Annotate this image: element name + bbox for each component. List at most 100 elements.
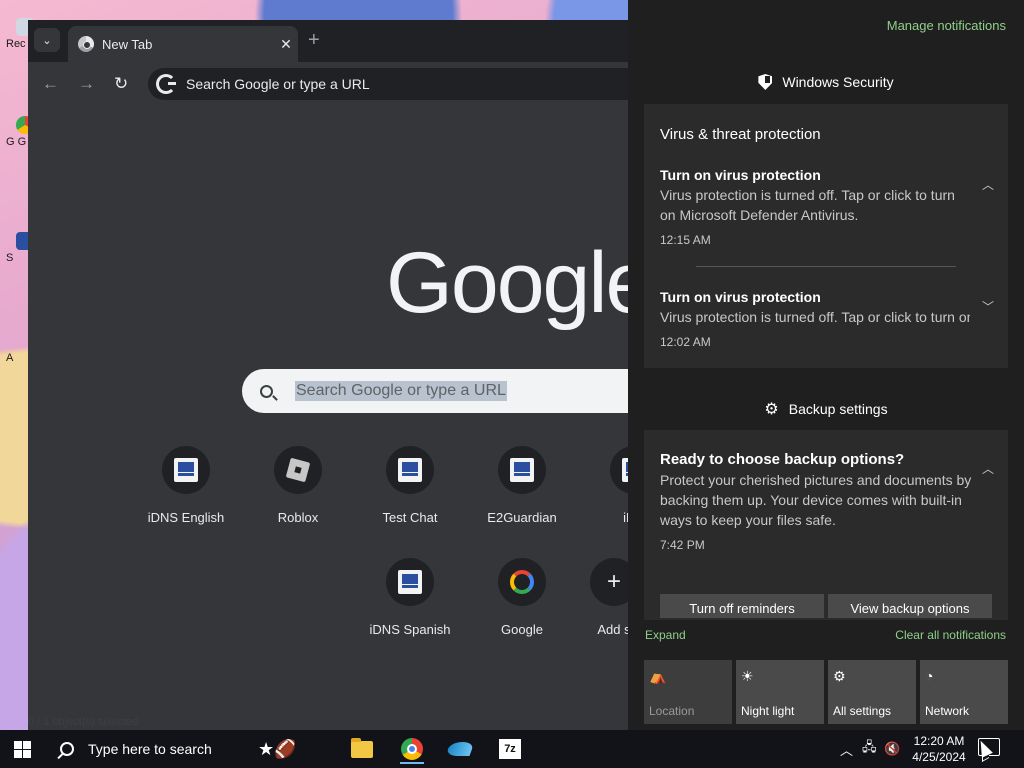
quick-action-label: All settings	[833, 704, 892, 718]
manage-notifications-link[interactable]: Manage notifications	[887, 18, 1006, 33]
desktop-icon-label: Rec	[6, 38, 26, 50]
gear-icon: ⚙	[764, 401, 779, 418]
windows-security-group-header: Windows Security	[628, 74, 1024, 90]
quick-action-label: Location	[649, 704, 695, 718]
chrome-favicon-icon	[78, 36, 94, 52]
new-tab-button[interactable]: +	[308, 30, 320, 50]
chevron-down-icon: ⌄	[42, 34, 52, 47]
idns-icon	[174, 458, 198, 482]
taskbar-7zip[interactable]: 7z	[490, 734, 530, 764]
desktop-icon-label: G G	[6, 136, 27, 148]
backup-card[interactable]: Ready to choose backup options? Protect …	[644, 430, 1008, 620]
turn-off-reminders-button[interactable]: Turn off reminders	[660, 594, 824, 618]
expand-link[interactable]: Expand	[645, 628, 686, 642]
back-arrow-icon[interactable]: ←	[42, 74, 59, 94]
quick-action-label: Night light	[741, 704, 795, 718]
chevron-down-icon[interactable]: ﹀	[982, 298, 994, 315]
notification-time: 12:15 AM	[660, 233, 711, 247]
desktop-icon-label: S	[6, 252, 14, 264]
notification-title: Ready to choose backup options?	[660, 451, 905, 468]
taskbar-app-fin[interactable]	[440, 734, 480, 764]
google-logo: Google	[386, 235, 628, 331]
virus-protection-card[interactable]: Virus & threat protection Turn on virus …	[644, 104, 1008, 368]
plus-icon: +	[606, 568, 621, 595]
chevron-up-icon[interactable]: ︿	[982, 176, 994, 193]
omnibox[interactable]: Search Google or type a URL	[148, 68, 628, 100]
tray-volume[interactable]: 🔇	[884, 730, 900, 768]
shortcut-label: iDNS English	[147, 510, 225, 525]
tab-strip: ⌄ New Tab ✕ +	[28, 20, 628, 62]
quick-action-all-settings[interactable]: ⚙ All settings	[828, 660, 916, 724]
shortcut-test-chat[interactable]: Test Chat	[354, 446, 466, 525]
forward-arrow-icon[interactable]: →	[78, 74, 95, 94]
notification-body: Virus protection is turned off. Tap or c…	[660, 309, 970, 325]
shortcut-label: Roblox	[277, 510, 319, 525]
shortcut-add[interactable]: + Add s	[558, 558, 628, 637]
ntp-search-box[interactable]: Search Google or type a URL	[242, 369, 628, 413]
browser-toolbar: ← → ↻ Search Google or type a URL	[28, 62, 628, 106]
omnibox-placeholder: Search Google or type a URL	[186, 76, 370, 92]
gear-icon: ⚙	[833, 668, 846, 684]
desktop-icon-label: A	[6, 352, 14, 364]
idns-icon	[510, 458, 534, 482]
tray-network[interactable]: 🖧	[862, 730, 877, 768]
view-backup-options-button[interactable]: View backup options	[828, 594, 992, 618]
shortcut-idns-spanish[interactable]: iDNS Spanish	[354, 558, 466, 637]
clock-date: 4/25/2024	[912, 750, 966, 764]
search-highlight-icon[interactable]: ★🏈	[258, 734, 334, 764]
shortcut-idns-english[interactable]: iDNS English	[130, 446, 242, 525]
close-icon[interactable]: ✕	[274, 36, 298, 53]
taskbar: Type here to search ★🏈 7z ︿ 🖧 🔇 12:20 AM…	[0, 730, 1024, 768]
reload-icon[interactable]: ↻	[114, 74, 128, 94]
tab-search-button[interactable]: ⌄	[34, 28, 60, 52]
notification-time: 12:02 AM	[660, 335, 711, 349]
shortcut-idns[interactable]: iDN	[578, 446, 628, 525]
notification-title: Turn on virus protection	[660, 289, 821, 305]
chevron-up-icon[interactable]: ︿	[982, 460, 994, 477]
taskbar-clock[interactable]: 12:20 AM 4/25/2024	[906, 733, 972, 765]
volume-muted-icon: 🔇	[884, 741, 901, 756]
clear-all-notifications-link[interactable]: Clear all notifications	[895, 628, 1006, 642]
new-tab-page: Google Search Google or type a URL iDNS …	[28, 106, 628, 730]
notification-item[interactable]: Turn on virus protection Virus protectio…	[660, 289, 972, 349]
notification-time: 7:42 PM	[660, 538, 705, 552]
search-icon	[60, 742, 74, 756]
group-header-label: Windows Security	[782, 74, 894, 90]
fin-app-icon	[445, 742, 475, 756]
action-center-footer: Expand Clear all notifications ⛺ Locatio…	[628, 620, 1024, 730]
notification-item[interactable]: Turn on virus protection Virus protectio…	[660, 167, 972, 247]
tab-new-tab[interactable]: New Tab ✕	[68, 26, 298, 62]
google-g-icon	[156, 74, 176, 94]
taskbar-chrome[interactable]	[392, 734, 432, 764]
taskbar-file-explorer[interactable]	[342, 734, 382, 764]
show-hidden-icons[interactable]: ︿	[840, 730, 853, 768]
windows-start-icon[interactable]	[14, 741, 31, 758]
chrome-window: ⌄ New Tab ✕ + ← → ↻ Search Google or typ…	[28, 20, 628, 730]
location-icon: ⛺	[649, 668, 667, 684]
notification-body: Virus protection is turned off. Tap or c…	[660, 187, 955, 223]
tab-title: New Tab	[102, 36, 153, 52]
backup-settings-group-header: ⚙ Backup settings	[628, 399, 1024, 419]
folder-icon	[351, 737, 373, 758]
divider	[696, 266, 956, 267]
active-indicator	[400, 762, 424, 764]
taskbar-search-placeholder: Type here to search	[88, 741, 212, 757]
shortcut-label: Test Chat	[382, 510, 438, 525]
search-icon	[260, 384, 273, 398]
taskbar-search-box[interactable]: Type here to search	[48, 730, 254, 768]
quick-action-label: Network	[925, 704, 970, 718]
shortcut-e2guardian[interactable]: E2Guardian	[466, 446, 578, 525]
notification-item[interactable]: Ready to choose backup options? Protect …	[660, 451, 978, 552]
ntp-search-placeholder: Search Google or type a URL	[295, 381, 507, 401]
network-icon: 🖧	[862, 739, 877, 754]
quick-action-network[interactable]: ◔ Network	[920, 660, 1008, 724]
quick-action-night-light[interactable]: ☀ Night light	[736, 660, 824, 724]
notification-title: Turn on virus protection	[660, 167, 821, 183]
clock-time: 12:20 AM	[913, 734, 965, 748]
group-header-label: Backup settings	[788, 401, 888, 417]
shortcut-label: iDNS Spanish	[369, 622, 451, 637]
notification-center: Manage notifications Windows Security Vi…	[628, 0, 1024, 730]
shortcut-roblox[interactable]: Roblox	[242, 446, 354, 525]
quick-action-location[interactable]: ⛺ Location	[644, 660, 732, 724]
shield-icon	[758, 74, 773, 90]
